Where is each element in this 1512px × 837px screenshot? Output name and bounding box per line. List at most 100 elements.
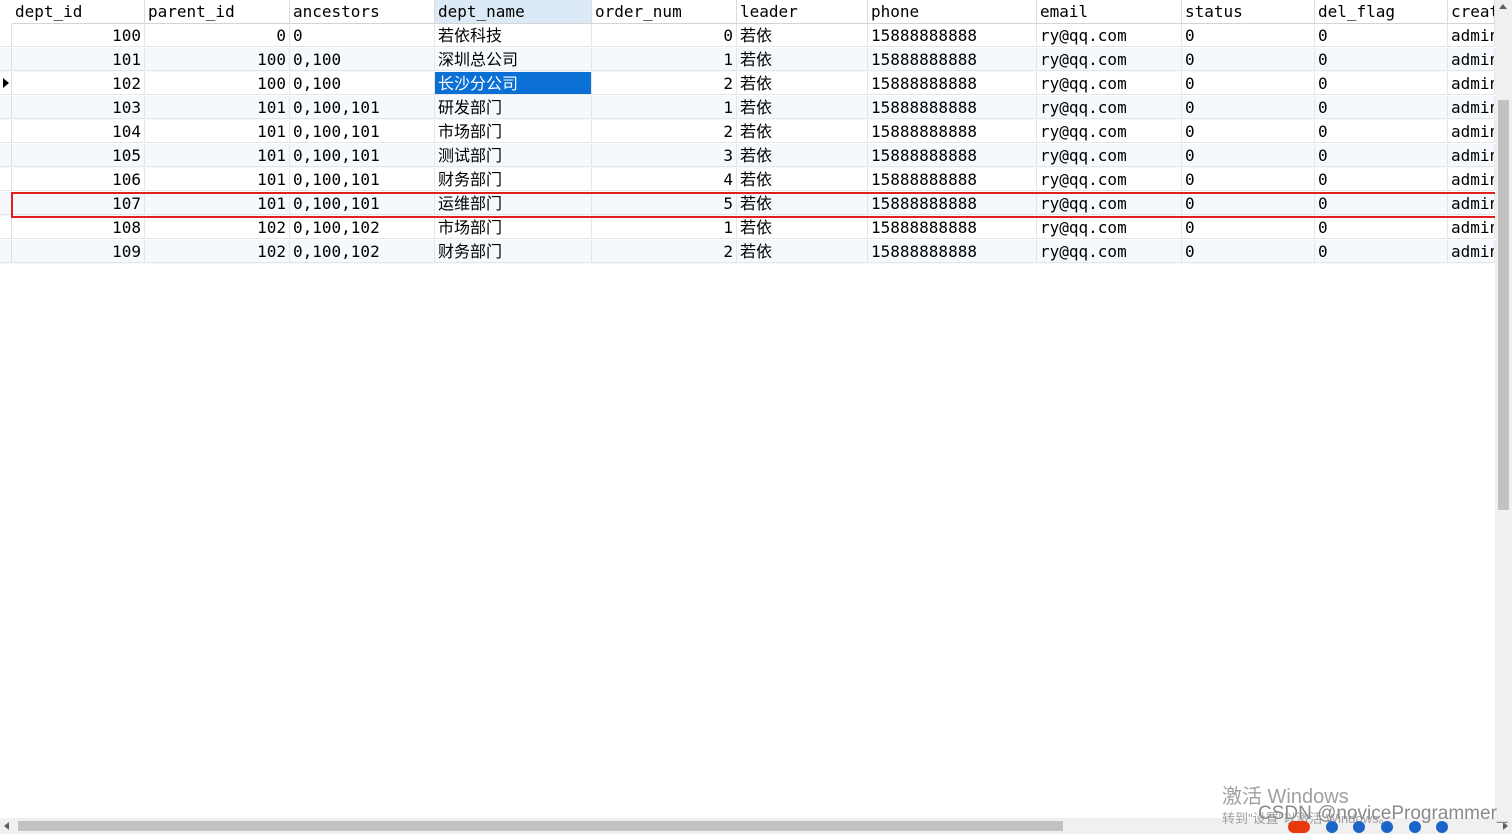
cell-status[interactable]: 0 [1182,48,1315,71]
result-grid[interactable]: dept_id parent_id ancestors dept_name or… [0,0,1495,264]
cell-order-num[interactable]: 5 [592,192,737,215]
table-row[interactable]: 108 102 0,100,102 市场部门 1 若依 15888888888 ry@qq.c… [0,216,1495,240]
column-header-phone[interactable]: phone [868,0,1037,24]
cell-dept-id[interactable]: 101 [12,48,145,71]
row-indicator[interactable] [0,72,12,95]
column-header-status[interactable]: status [1182,0,1315,24]
cell-status[interactable]: 0 [1182,168,1315,191]
row-indicator[interactable] [0,192,12,215]
cell-status[interactable]: 0 [1182,240,1315,263]
cell-email[interactable]: ry@qq.com [1037,168,1182,191]
tray-icon[interactable] [1325,821,1338,833]
cell-parent-id[interactable]: 100 [145,72,290,95]
cell-email[interactable]: ry@qq.com [1037,192,1182,215]
table-row[interactable]: 106 101 0,100,101 财务部门 4 若依 15888888888 ry@qq.c… [0,168,1495,192]
cell-dept-name[interactable]: 运维部门 [435,192,592,215]
cell-ancestors[interactable]: 0 [290,24,435,47]
cell-dept-id[interactable]: 100 [12,24,145,47]
cell-del-flag[interactable]: 0 [1315,72,1448,95]
cell-del-flag[interactable]: 0 [1315,168,1448,191]
cell-ancestors[interactable]: 0,100 [290,72,435,95]
cell-dept-name[interactable]: 测试部门 [435,144,592,167]
cell-leader[interactable]: 若依 [737,24,868,47]
column-header-del-flag[interactable]: del_flag [1315,0,1448,24]
row-indicator[interactable] [0,168,12,191]
cell-ancestors[interactable]: 0,100,101 [290,168,435,191]
cell-parent-id[interactable]: 101 [145,96,290,119]
cell-email[interactable]: ry@qq.com [1037,120,1182,143]
column-header-dept-id[interactable]: dept_id [12,0,145,24]
cell-leader[interactable]: 若依 [737,96,868,119]
table-row[interactable]: 103 101 0,100,101 研发部门 1 若依 15888888888 ry@qq.c… [0,96,1495,120]
horizontal-scroll-thumb[interactable] [18,821,1063,831]
column-header-leader[interactable]: leader [737,0,868,24]
cell-order-num[interactable]: 1 [592,96,737,119]
sogou-ime-icon[interactable] [1288,821,1310,833]
scroll-up-arrow-icon[interactable] [1499,4,1507,9]
cell-dept-id[interactable]: 107 [12,192,145,215]
cell-ancestors[interactable]: 0,100,101 [290,96,435,119]
cell-email[interactable]: ry@qq.com [1037,216,1182,239]
cell-phone[interactable]: 15888888888 [868,168,1037,191]
cell-leader[interactable]: 若依 [737,240,868,263]
cell-dept-name[interactable]: 财务部门 [435,240,592,263]
cell-email[interactable]: ry@qq.com [1037,48,1182,71]
tray-icon[interactable] [1408,821,1421,833]
cell-ancestors[interactable]: 0,100,102 [290,216,435,239]
cell-ancestors[interactable]: 0,100,102 [290,240,435,263]
table-row[interactable]: 102 100 0,100 长沙分公司 2 若依 15888888888 ry@qq.com 0… [0,72,1495,96]
cell-create-by[interactable]: admin [1448,192,1495,215]
cell-order-num[interactable]: 1 [592,48,737,71]
cell-phone[interactable]: 15888888888 [868,240,1037,263]
cell-status[interactable]: 0 [1182,216,1315,239]
cell-ancestors[interactable]: 0,100 [290,48,435,71]
cell-status[interactable]: 0 [1182,72,1315,95]
table-row[interactable]: 100 0 0 若依科技 0 若依 15888888888 ry@qq.com 0 0 admin [0,24,1495,48]
table-row[interactable]: 105 101 0,100,101 测试部门 3 若依 15888888888 ry@qq.c… [0,144,1495,168]
cell-dept-name[interactable]: 市场部门 [435,216,592,239]
cell-create-by[interactable]: admin [1448,96,1495,119]
cell-order-num[interactable]: 0 [592,24,737,47]
vertical-scroll-thumb[interactable] [1498,100,1509,510]
row-indicator[interactable] [0,48,12,71]
cell-create-by[interactable]: admin [1448,120,1495,143]
cell-order-num[interactable]: 4 [592,168,737,191]
cell-email[interactable]: ry@qq.com [1037,144,1182,167]
cell-order-num[interactable]: 1 [592,216,737,239]
cell-order-num[interactable]: 3 [592,144,737,167]
column-header-parent-id[interactable]: parent_id [145,0,290,24]
cell-del-flag[interactable]: 0 [1315,48,1448,71]
cell-phone[interactable]: 15888888888 [868,24,1037,47]
cell-create-by[interactable]: admin [1448,144,1495,167]
cell-status[interactable]: 0 [1182,96,1315,119]
cell-status[interactable]: 0 [1182,144,1315,167]
cell-dept-id[interactable]: 104 [12,120,145,143]
cell-create-by[interactable]: admin [1448,72,1495,95]
table-row[interactable]: 104 101 0,100,101 市场部门 2 若依 15888888888 ry@qq.c… [0,120,1495,144]
column-header-ancestors[interactable]: ancestors [290,0,435,24]
cell-dept-name[interactable]: 研发部门 [435,96,592,119]
cell-dept-id[interactable]: 103 [12,96,145,119]
cell-order-num[interactable]: 2 [592,240,737,263]
cell-dept-id[interactable]: 106 [12,168,145,191]
row-indicator[interactable] [0,120,12,143]
cell-phone[interactable]: 15888888888 [868,144,1037,167]
table-row[interactable]: 107 101 0,100,101 运维部门 5 若依 15888888888 ry@qq.c… [0,192,1495,216]
cell-parent-id[interactable]: 102 [145,240,290,263]
cell-status[interactable]: 0 [1182,192,1315,215]
cell-parent-id[interactable]: 100 [145,48,290,71]
row-indicator[interactable] [0,96,12,119]
cell-parent-id[interactable]: 101 [145,120,290,143]
cell-dept-name[interactable]: 深圳总公司 [435,48,592,71]
cell-order-num[interactable]: 2 [592,72,737,95]
cell-del-flag[interactable]: 0 [1315,240,1448,263]
cell-email[interactable]: ry@qq.com [1037,240,1182,263]
cell-parent-id[interactable]: 101 [145,168,290,191]
cell-ancestors[interactable]: 0,100,101 [290,120,435,143]
cell-ancestors[interactable]: 0,100,101 [290,192,435,215]
cell-phone[interactable]: 15888888888 [868,96,1037,119]
cell-leader[interactable]: 若依 [737,192,868,215]
tray-icon[interactable] [1436,821,1449,833]
cell-dept-name[interactable]: 若依科技 [435,24,592,47]
cell-del-flag[interactable]: 0 [1315,96,1448,119]
